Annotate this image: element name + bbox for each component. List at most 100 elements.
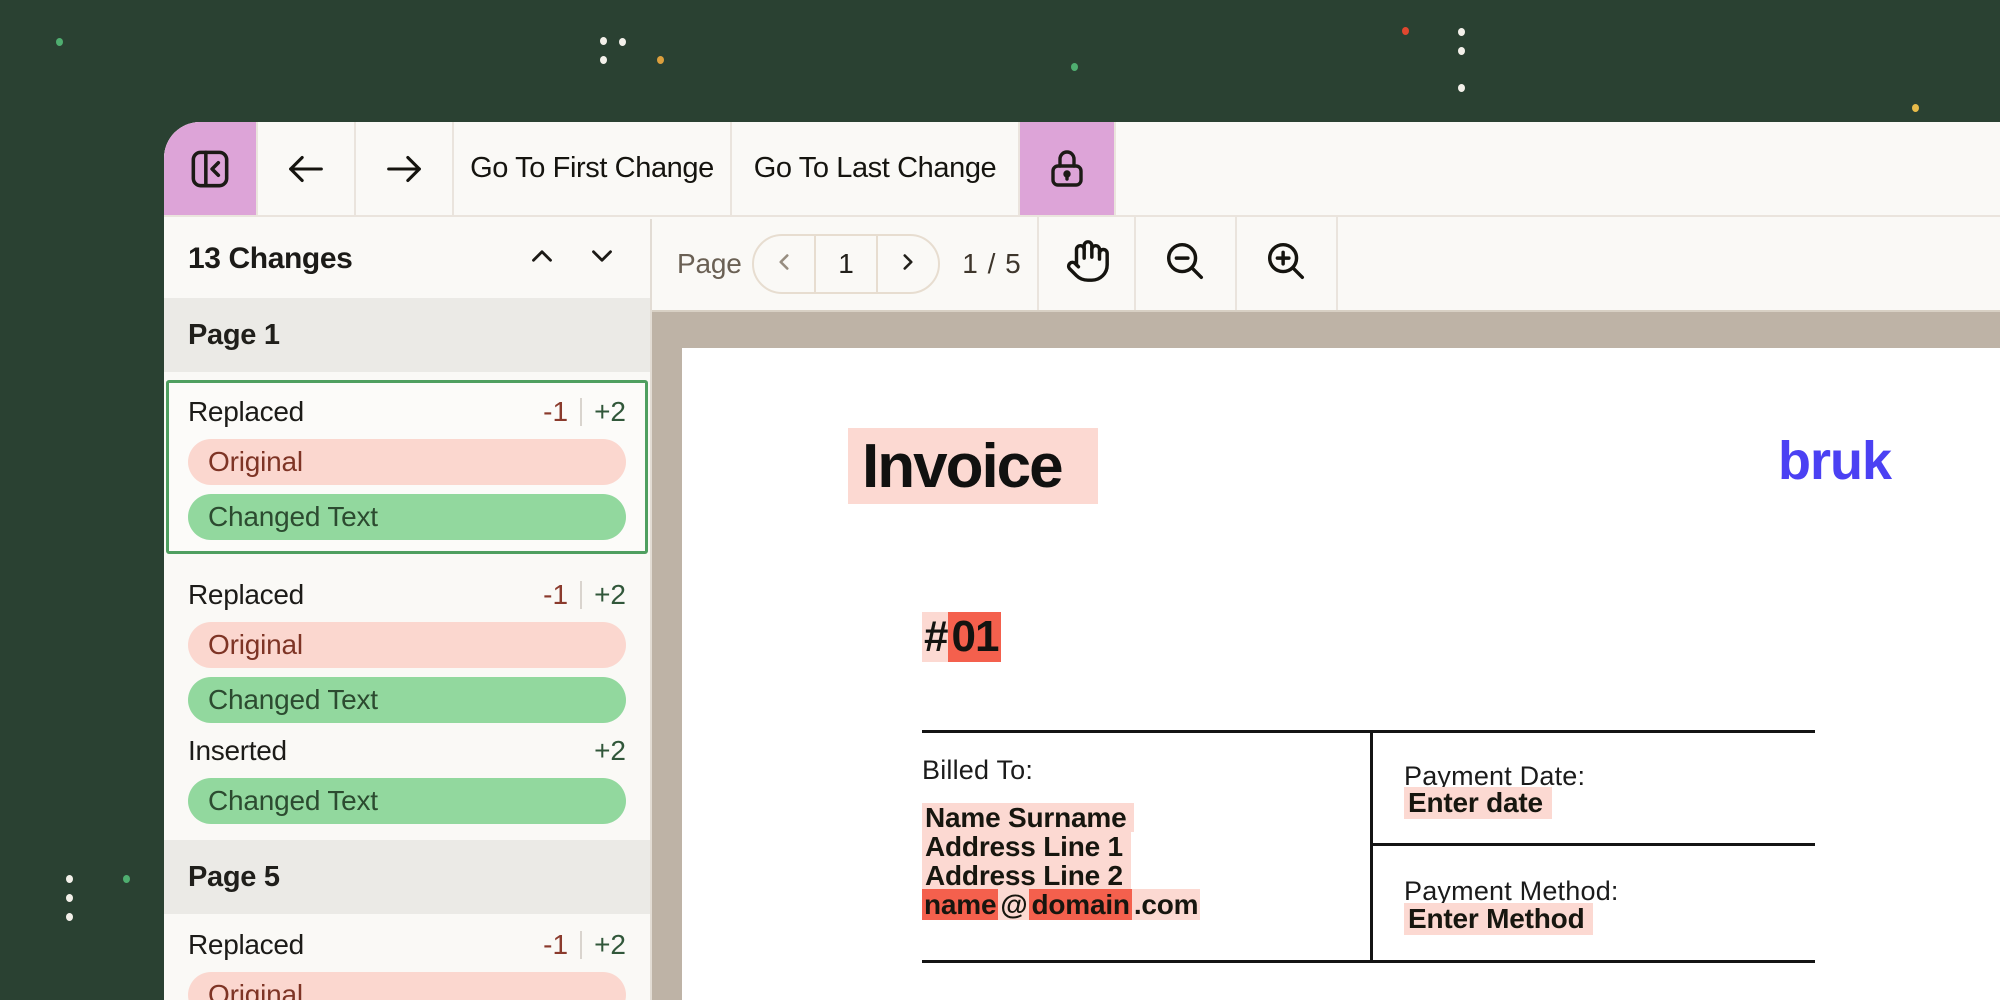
section-label: Page 1 <box>188 319 280 352</box>
zoom-out-icon <box>1162 238 1208 289</box>
panel-collapse-icon <box>185 144 235 194</box>
changed-text-pill[interactable]: Changed Text <box>188 778 626 824</box>
previous-change-button[interactable] <box>512 229 572 289</box>
invoice-title: Invoice <box>848 431 1062 502</box>
zoom-in-icon <box>1263 238 1309 289</box>
billed-name: Name Surname <box>922 803 1134 832</box>
change-counts: -1 +2 <box>543 929 626 961</box>
changes-sidebar: 13 Changes Page 1 Replaced -1 +2 Origina… <box>164 219 652 1000</box>
invoice-number: # 01 <box>922 612 1001 662</box>
zoom-in-button[interactable] <box>1237 217 1334 310</box>
background-dot <box>66 875 73 883</box>
forward-button[interactable] <box>356 122 454 215</box>
added-count: +2 <box>594 929 626 961</box>
next-page-button[interactable] <box>876 236 938 292</box>
count-divider <box>580 581 582 609</box>
count-divider <box>580 931 582 959</box>
section-label: Page 5 <box>188 861 280 894</box>
invoice-title-highlight: Invoice <box>848 428 1098 504</box>
background-dot <box>1458 47 1465 55</box>
changed-text-pill[interactable]: Changed Text <box>188 494 626 540</box>
change-type-label: Replaced <box>188 579 304 611</box>
table-line-bottom <box>922 960 1815 963</box>
zoom-out-button[interactable] <box>1136 217 1233 310</box>
change-card-replaced-2[interactable]: Replaced -1 +2 Original Changed Text <box>166 563 648 737</box>
billed-address-1: Address Line 1 <box>922 832 1131 861</box>
removed-count: -1 <box>543 579 568 611</box>
card-header: Inserted +2 <box>188 733 626 769</box>
invoice-number-value: 01 <box>948 612 1001 662</box>
back-button[interactable] <box>258 122 356 215</box>
chevron-up-icon <box>525 239 559 278</box>
billed-to-label: Billed To: <box>922 755 1033 786</box>
card-header: Replaced -1 +2 <box>188 394 626 430</box>
section-header-page-5: Page 5 <box>164 840 650 914</box>
chevron-down-icon <box>585 239 619 278</box>
billed-address-2: Address Line 2 <box>922 861 1131 890</box>
background-dot <box>619 38 626 46</box>
billed-to-block: Name Surname Address Line 1 Address Line… <box>922 803 1200 919</box>
lock-button[interactable] <box>1020 122 1116 215</box>
email-domain-segment: domain <box>1029 889 1131 920</box>
changed-text-pill[interactable]: Changed Text <box>188 677 626 723</box>
change-counts: -1 +2 <box>543 396 626 428</box>
background-dot <box>56 38 63 46</box>
change-counts: +2 <box>594 735 626 767</box>
background-dot <box>600 56 607 64</box>
previous-page-button[interactable] <box>754 236 814 292</box>
background-dot <box>1912 104 1919 112</box>
billed-email: name@domain.com <box>922 890 1200 919</box>
lock-icon <box>1043 145 1091 193</box>
toolbar-divider <box>1336 217 1338 310</box>
arrow-right-icon <box>381 146 427 192</box>
chevron-left-icon <box>771 249 797 280</box>
original-text-pill[interactable]: Original <box>188 622 626 668</box>
change-card-replaced-1[interactable]: Replaced -1 +2 Original Changed Text <box>166 380 648 554</box>
invoice-number-hash: # <box>922 612 948 662</box>
removed-count: -1 <box>543 929 568 961</box>
background-dot <box>600 37 607 45</box>
original-text-pill[interactable]: Original <box>188 972 626 1000</box>
change-type-label: Replaced <box>188 396 304 428</box>
table-line-top <box>922 730 1815 733</box>
background-dot <box>1402 27 1409 35</box>
page-stepper: 1 <box>752 234 940 294</box>
background-dot <box>66 894 73 902</box>
chevron-right-icon <box>895 249 921 280</box>
go-to-last-change-button[interactable]: Go To Last Change <box>732 122 1020 215</box>
change-card-replaced-3[interactable]: Replaced -1 +2 Original <box>166 913 648 1000</box>
pan-tool-button[interactable] <box>1039 217 1136 310</box>
current-page-value[interactable]: 1 <box>814 236 876 292</box>
added-count: +2 <box>594 396 626 428</box>
payment-date-value: Enter date <box>1404 787 1552 819</box>
page-label: Page <box>677 217 742 310</box>
email-name-segment: name <box>922 889 998 920</box>
toolbar-spacer <box>1116 122 2000 215</box>
background-dot <box>1071 63 1078 71</box>
app-window: Go To First Change Go To Last Change 13 … <box>164 122 2000 1000</box>
email-tld-segment: .com <box>1132 889 1201 920</box>
original-text-pill[interactable]: Original <box>188 439 626 485</box>
document-viewport[interactable]: Invoice bruk # 01 Billed To: Name Surnam… <box>652 312 2000 1000</box>
next-change-button[interactable] <box>572 229 632 289</box>
go-to-first-change-button[interactable]: Go To First Change <box>454 122 732 215</box>
change-type-label: Inserted <box>188 735 287 767</box>
table-line-middle <box>1370 843 1815 846</box>
collapse-sidebar-button[interactable] <box>164 122 258 215</box>
removed-count: -1 <box>543 396 568 428</box>
card-header: Replaced -1 +2 <box>188 927 626 963</box>
count-divider <box>580 398 582 426</box>
table-line-vertical <box>1370 730 1373 963</box>
brand-logo: bruk <box>1778 430 1891 492</box>
arrow-left-icon <box>283 146 329 192</box>
added-count: +2 <box>594 579 626 611</box>
background-dot <box>123 875 130 883</box>
card-header: Replaced -1 +2 <box>188 577 626 613</box>
change-card-inserted[interactable]: Inserted +2 Changed Text <box>166 719 648 838</box>
changes-header: 13 Changes <box>164 219 650 298</box>
background-dot <box>66 913 73 921</box>
changes-count-title: 13 Changes <box>188 242 512 276</box>
page-toolbar: Page 1 1 / 5 <box>652 217 2000 312</box>
main-toolbar: Go To First Change Go To Last Change <box>164 122 2000 217</box>
hand-icon <box>1065 238 1111 289</box>
